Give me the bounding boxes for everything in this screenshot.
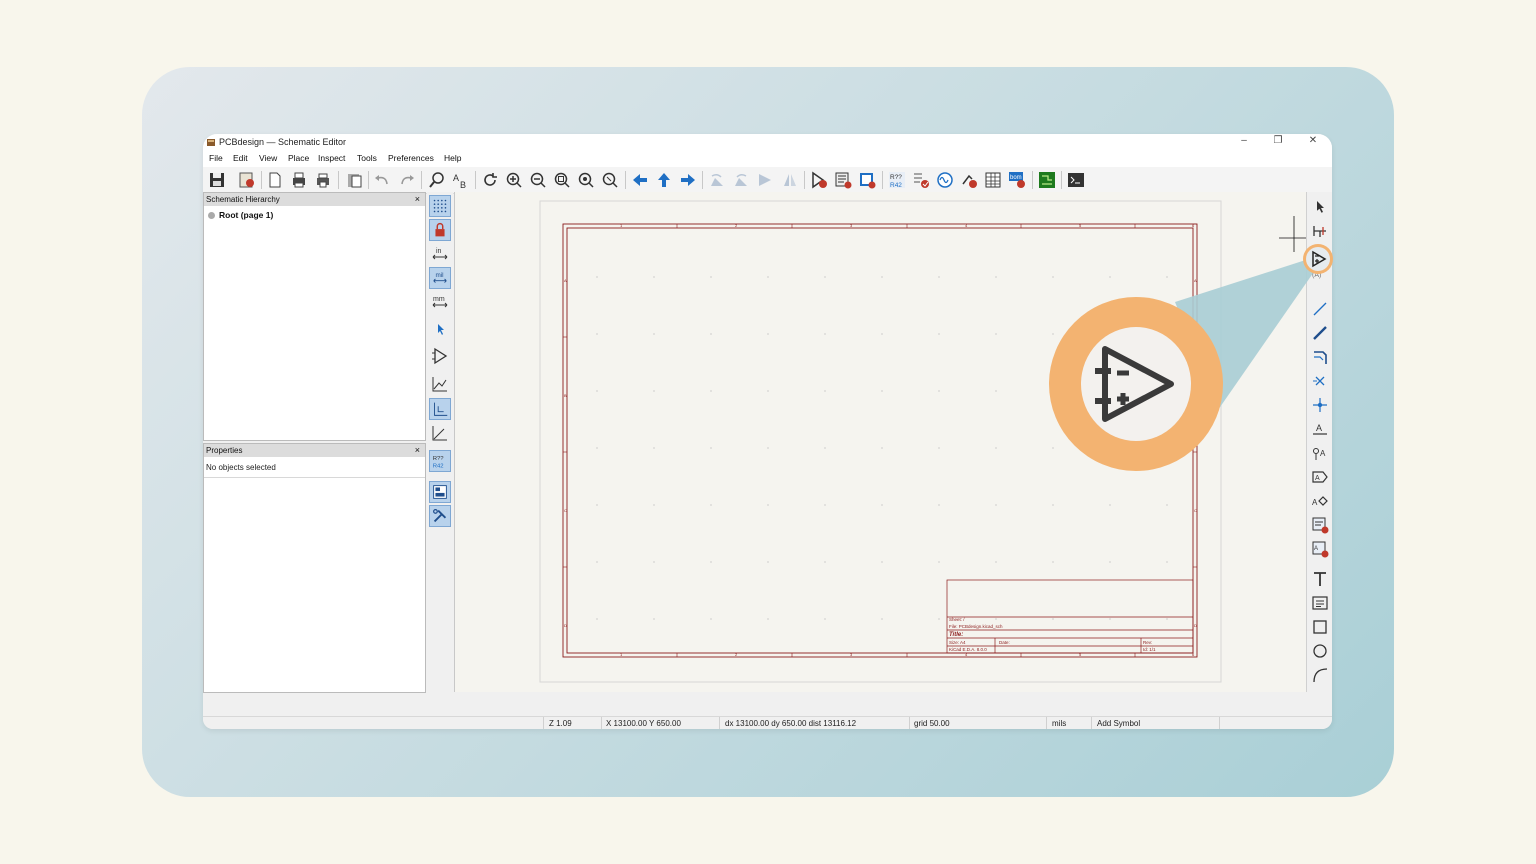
highlight-ring — [1303, 244, 1333, 274]
zoom-callout — [1049, 297, 1223, 471]
callout-wedge — [1175, 256, 1318, 410]
add-symbol-highlight-icon[interactable] — [1306, 247, 1330, 271]
add-symbol-magnified-icon — [1095, 346, 1174, 422]
